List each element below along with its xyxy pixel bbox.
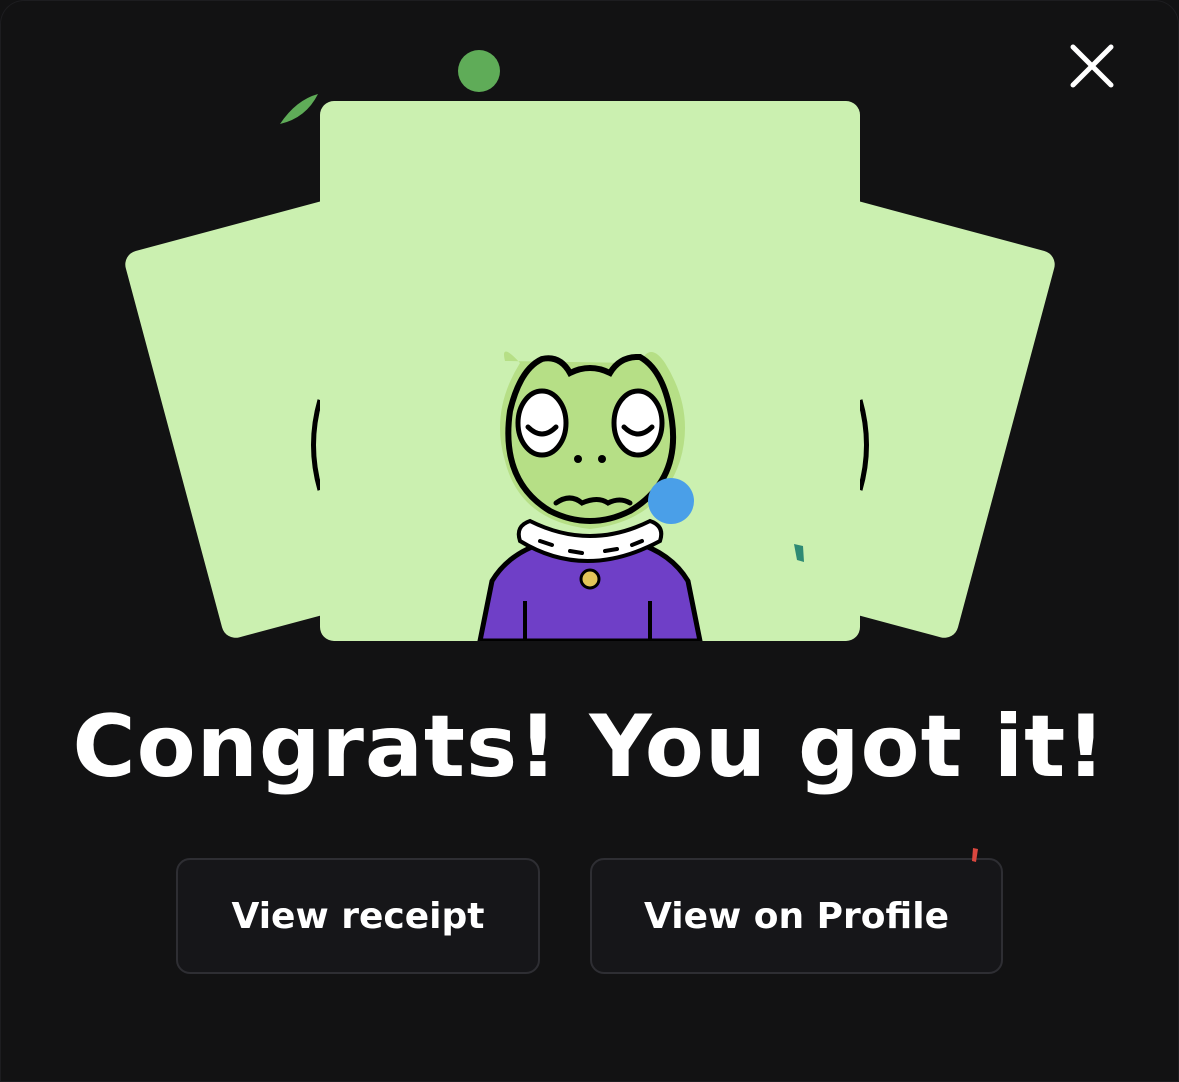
confetti-piece — [794, 544, 804, 562]
frog-character-image — [477, 351, 703, 641]
confetti-leaf — [280, 94, 318, 124]
confetti-dot — [648, 478, 694, 524]
view-receipt-button[interactable]: View receipt — [176, 858, 540, 974]
congrats-headline: Congrats! You got it! — [72, 697, 1107, 797]
confetti-piece — [972, 848, 978, 862]
nft-artwork-stack — [0, 0, 1179, 660]
nft-card-front — [320, 101, 860, 641]
view-on-profile-button[interactable]: View on Profile — [590, 858, 1003, 974]
congrats-modal: Congrats! You got it! View receipt View … — [0, 0, 1179, 1082]
confetti-dot — [458, 50, 500, 92]
